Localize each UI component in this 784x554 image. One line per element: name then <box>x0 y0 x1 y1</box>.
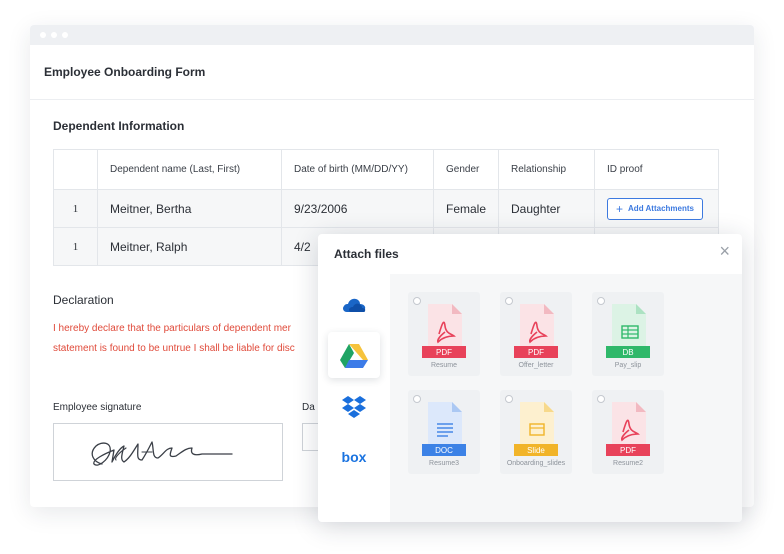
plus-icon: + <box>616 201 624 216</box>
window-dot <box>62 32 68 38</box>
declaration-line: I hereby declare that the particulars of… <box>53 323 291 334</box>
file-select-radio[interactable] <box>597 297 605 305</box>
add-attachments-button[interactable]: + Add Attachments <box>607 197 703 220</box>
file-card[interactable]: Slide Onboarding_slides <box>500 390 572 474</box>
table-row: 1 Meitner, Bertha 9/23/2006 Female Daugh… <box>53 189 719 228</box>
column-header-dob: Date of birth (MM/DD/YY) <box>281 149 434 190</box>
close-icon[interactable]: × <box>719 242 730 260</box>
pdf-file-icon: PDF <box>514 304 558 358</box>
file-grid: PDF Resume PDF Offer_letter DB Pay_slip … <box>390 274 742 522</box>
dropbox-icon <box>342 396 366 418</box>
file-name: Resume3 <box>429 460 459 467</box>
doc-file-icon: DOC <box>422 402 466 456</box>
file-select-radio[interactable] <box>505 297 513 305</box>
dependent-name-cell[interactable]: Meitner, Ralph <box>97 227 282 266</box>
file-type-label: Slide <box>527 446 545 455</box>
pdf-file-icon: PDF <box>606 402 650 456</box>
dob-cell[interactable]: 9/23/2006 <box>281 189 434 228</box>
modal-title: Attach files <box>334 247 399 261</box>
column-header-id-proof: ID proof <box>607 164 643 175</box>
google-drive-icon <box>340 343 368 368</box>
file-name: Resume2 <box>613 460 643 467</box>
attach-files-modal: Attach files × box PDF Resume PDF Offer_… <box>318 234 742 522</box>
slide-file-icon: Slide <box>514 402 558 456</box>
file-card[interactable]: DB Pay_slip <box>592 292 664 376</box>
add-attachments-label: Add Attachments <box>628 204 694 213</box>
file-name: Pay_slip <box>614 362 642 369</box>
row-index: 1 <box>53 227 98 266</box>
file-card[interactable]: PDF Resume <box>408 292 480 376</box>
section-title: Dependent Information <box>53 119 185 133</box>
onedrive-icon <box>343 298 366 312</box>
file-type-label: PDF <box>528 348 544 357</box>
id-proof-cell: + Add Attachments <box>594 189 719 228</box>
storage-provider-list: box <box>318 274 390 522</box>
db-file-icon: DB <box>606 304 650 358</box>
file-card[interactable]: DOC Resume3 <box>408 390 480 474</box>
box-icon: box <box>341 449 367 465</box>
declaration-line: statement is found to be untrue I shall … <box>53 343 295 354</box>
column-header-gender: Gender <box>433 149 500 190</box>
window-title-bar <box>30 25 754 45</box>
provider-box[interactable]: box <box>328 434 380 480</box>
file-name: Onboarding_slides <box>506 460 566 467</box>
divider <box>30 99 754 100</box>
file-name: Resume <box>430 362 458 369</box>
dependent-name-cell[interactable]: Meitner, Bertha <box>97 189 282 228</box>
file-select-radio[interactable] <box>597 395 605 403</box>
table-header-row: Dependent name (Last, First) Date of bir… <box>53 149 719 190</box>
signature-label: Employee signature <box>53 402 142 413</box>
file-select-radio[interactable] <box>505 395 513 403</box>
column-header-index <box>53 149 98 190</box>
gender-cell[interactable]: Female <box>433 189 500 228</box>
file-select-radio[interactable] <box>413 297 421 305</box>
file-type-label: PDF <box>620 446 636 455</box>
declaration-title: Declaration <box>53 293 114 307</box>
date-label: Da <box>302 402 315 413</box>
column-header-relationship: Relationship <box>498 149 596 190</box>
relationship-cell[interactable]: Daughter <box>498 189 596 228</box>
column-header-name: Dependent name (Last, First) <box>97 149 282 190</box>
provider-dropbox[interactable] <box>328 384 380 430</box>
signature-image <box>91 441 233 466</box>
pdf-file-icon: PDF <box>422 304 466 358</box>
row-index: 1 <box>53 189 98 228</box>
file-type-label: DOC <box>435 446 453 455</box>
file-type-label: PDF <box>436 348 452 357</box>
window-dot <box>40 32 46 38</box>
window-dot <box>51 32 57 38</box>
provider-google-drive[interactable] <box>328 332 380 378</box>
file-card[interactable]: PDF Resume2 <box>592 390 664 474</box>
provider-onedrive[interactable] <box>328 282 380 328</box>
form-title: Employee Onboarding Form <box>44 65 206 79</box>
file-type-label: DB <box>622 348 633 357</box>
declaration-text: I hereby declare that the particulars of… <box>53 319 353 359</box>
file-card[interactable]: PDF Offer_letter <box>500 292 572 376</box>
file-select-radio[interactable] <box>413 395 421 403</box>
file-name: Offer_letter <box>518 362 554 369</box>
signature-pad[interactable] <box>53 423 283 481</box>
